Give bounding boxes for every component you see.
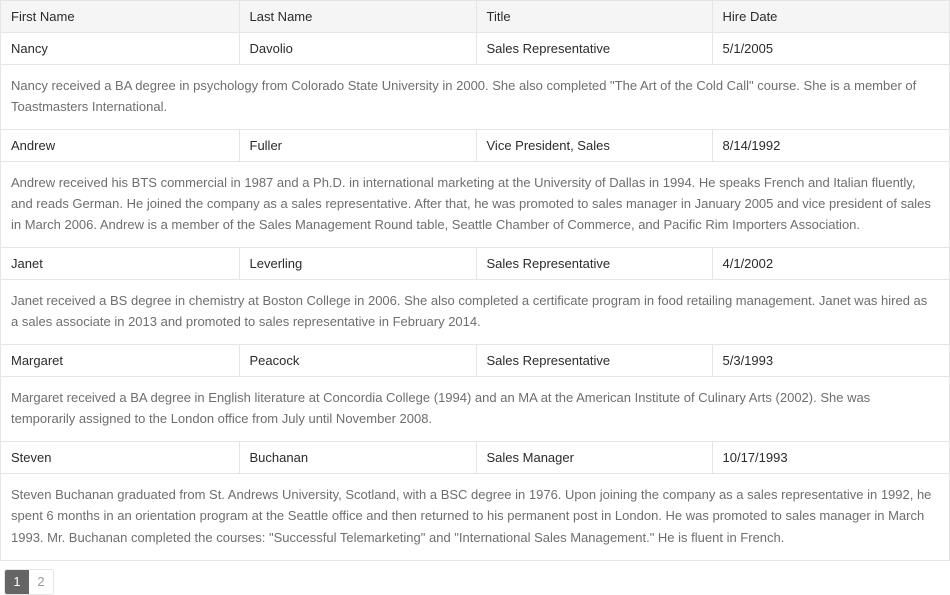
cell-hire-date: 10/17/1993 xyxy=(712,441,949,475)
detail-row: Janet received a BS degree in chemistry … xyxy=(1,279,949,346)
cell-hire-date: 5/3/1993 xyxy=(712,344,949,378)
detail-notes: Nancy received a BA degree in psychology… xyxy=(1,64,949,131)
header-row: First Name Last Name Title Hire Date xyxy=(1,1,949,33)
cell-hire-date: 4/1/2002 xyxy=(712,247,949,281)
cell-title: Sales Representative xyxy=(476,344,713,378)
cell-title: Vice President, Sales xyxy=(476,129,713,163)
column-header-hire-date[interactable]: Hire Date xyxy=(712,1,949,33)
detail-row: Nancy received a BA degree in psychology… xyxy=(1,64,949,131)
cell-first-name: Nancy xyxy=(1,32,240,65)
cell-title: Sales Representative xyxy=(476,247,713,281)
grid-body: Nancy Davolio Sales Representative 5/1/2… xyxy=(1,32,949,561)
cell-first-name: Andrew xyxy=(1,129,240,163)
cell-hire-date: 8/14/1992 xyxy=(712,129,949,163)
column-header-first-name[interactable]: First Name xyxy=(1,1,240,33)
column-header-title[interactable]: Title xyxy=(476,1,713,33)
table-row[interactable]: Nancy Davolio Sales Representative 5/1/2… xyxy=(1,32,949,65)
pager-page-list: 1 2 xyxy=(4,568,54,595)
cell-last-name: Peacock xyxy=(239,344,477,378)
table-row[interactable]: Steven Buchanan Sales Manager 10/17/1993 xyxy=(1,441,949,475)
cell-first-name: Steven xyxy=(1,441,240,475)
detail-row: Margaret received a BA degree in English… xyxy=(1,376,949,443)
cell-last-name: Davolio xyxy=(239,32,477,65)
detail-notes: Margaret received a BA degree in English… xyxy=(1,376,949,443)
detail-notes: Janet received a BS degree in chemistry … xyxy=(1,279,949,346)
cell-last-name: Leverling xyxy=(239,247,477,281)
cell-title: Sales Representative xyxy=(476,32,713,65)
grid-table: First Name Last Name Title Hire Date Nan… xyxy=(1,1,949,561)
pager-page-2[interactable]: 2 xyxy=(29,569,53,594)
table-row[interactable]: Margaret Peacock Sales Representative 5/… xyxy=(1,344,949,378)
detail-notes: Steven Buchanan graduated from St. Andre… xyxy=(1,473,949,561)
cell-last-name: Fuller xyxy=(239,129,477,163)
table-row[interactable]: Janet Leverling Sales Representative 4/1… xyxy=(1,247,949,281)
column-header-last-name[interactable]: Last Name xyxy=(239,1,477,33)
grid-header: First Name Last Name Title Hire Date xyxy=(1,1,949,33)
cell-last-name: Buchanan xyxy=(239,441,477,475)
cell-hire-date: 5/1/2005 xyxy=(712,32,949,65)
detail-row: Steven Buchanan graduated from St. Andre… xyxy=(1,473,949,561)
table-row[interactable]: Andrew Fuller Vice President, Sales 8/14… xyxy=(1,129,949,163)
pager-page-1[interactable]: 1 xyxy=(5,569,29,594)
cell-first-name: Margaret xyxy=(1,344,240,378)
grid-pager: 1 2 xyxy=(0,560,950,595)
detail-notes: Andrew received his BTS commercial in 19… xyxy=(1,161,949,249)
cell-first-name: Janet xyxy=(1,247,240,281)
employee-detail-grid: First Name Last Name Title Hire Date Nan… xyxy=(0,0,950,561)
cell-title: Sales Manager xyxy=(476,441,713,475)
detail-row: Andrew received his BTS commercial in 19… xyxy=(1,161,949,249)
